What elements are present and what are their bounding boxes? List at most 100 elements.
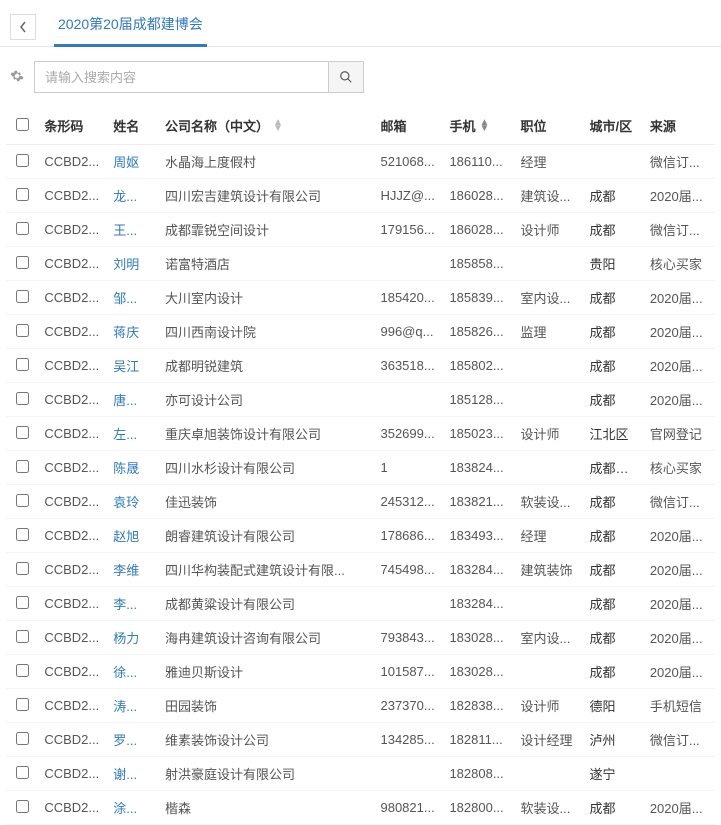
cell-company: 田园装饰 xyxy=(159,689,375,723)
row-checkbox[interactable] xyxy=(16,392,29,405)
cell-position: 室内设... xyxy=(515,281,584,315)
table-row: CCBD2...周妪水晶海上度假村521068...186110...经理微信订… xyxy=(6,145,715,179)
row-checkbox[interactable] xyxy=(16,698,29,711)
cell-company: 四川宏吉建筑设计有限公司 xyxy=(159,179,375,213)
row-checkbox[interactable] xyxy=(16,630,29,643)
table-row: CCBD2...龙...四川宏吉建筑设计有限公司HJJZ@...186028..… xyxy=(6,179,715,213)
row-checkbox[interactable] xyxy=(16,188,29,201)
cell-email: 980821... xyxy=(374,791,443,825)
cell-email: 101587... xyxy=(374,655,443,689)
cell-mobile: 182811... xyxy=(443,723,514,757)
cell-city: 成都 xyxy=(584,655,644,689)
cell-name-link[interactable]: 邹... xyxy=(107,281,159,315)
cell-name-link[interactable]: 徐... xyxy=(107,655,159,689)
table-row: CCBD2...袁玲佳迅装饰245312...183821...软装设...成都… xyxy=(6,485,715,519)
cell-city: 成都 xyxy=(584,281,644,315)
cell-barcode: CCBD2... xyxy=(38,213,107,247)
cell-mobile: 183028... xyxy=(443,621,514,655)
cell-name-link[interactable]: 罗... xyxy=(107,723,159,757)
cell-name-link[interactable]: 谢... xyxy=(107,757,159,791)
cell-company: 亦可设计公司 xyxy=(159,383,375,417)
cell-city: 成都 xyxy=(584,383,644,417)
col-city[interactable]: 城市/区 xyxy=(584,107,644,145)
cell-position: 经理 xyxy=(515,519,584,553)
cell-position: 设计师 xyxy=(515,213,584,247)
cell-name-link[interactable]: 杨力 xyxy=(107,621,159,655)
cell-barcode: CCBD2... xyxy=(38,349,107,383)
cell-name-link[interactable]: 陈晟 xyxy=(107,451,159,485)
cell-source: 手机短信 xyxy=(644,689,715,723)
row-checkbox[interactable] xyxy=(16,256,29,269)
cell-mobile: 183284... xyxy=(443,587,514,621)
row-checkbox[interactable] xyxy=(16,222,29,235)
back-button[interactable] xyxy=(10,14,36,40)
cell-name-link[interactable]: 袁玲 xyxy=(107,485,159,519)
search-input[interactable] xyxy=(34,61,328,93)
row-checkbox[interactable] xyxy=(16,766,29,779)
cell-name-link[interactable]: 刘明 xyxy=(107,247,159,281)
cell-name-link[interactable]: 左... xyxy=(107,417,159,451)
cell-mobile: 185023... xyxy=(443,417,514,451)
row-checkbox[interactable] xyxy=(16,426,29,439)
cell-position: 软装设... xyxy=(515,791,584,825)
cell-company: 射洪豪庭设计有限公司 xyxy=(159,757,375,791)
cell-city: 成都 xyxy=(584,315,644,349)
cell-email xyxy=(374,247,443,281)
row-checkbox[interactable] xyxy=(16,528,29,541)
row-checkbox[interactable] xyxy=(16,800,29,813)
cell-city: 成都郫县 xyxy=(584,451,644,485)
cell-name-link[interactable]: 周妪 xyxy=(107,145,159,179)
row-checkbox[interactable] xyxy=(16,290,29,303)
row-checkbox[interactable] xyxy=(16,154,29,167)
table-row: CCBD2...涛...田园装饰237370...182838...设计师德阳手… xyxy=(6,689,715,723)
data-table: 条形码 姓名 公司名称（中文） ▲▼ 邮箱 手机 ▲▼ 职位 城市/区 来源 C… xyxy=(6,107,715,825)
cell-source: 微信订... xyxy=(644,145,715,179)
cell-name-link[interactable]: 赵旭 xyxy=(107,519,159,553)
cell-name-link[interactable]: 唐... xyxy=(107,383,159,417)
cell-email: 185420... xyxy=(374,281,443,315)
cell-company: 重庆卓旭装饰设计有限公司 xyxy=(159,417,375,451)
cell-mobile: 186028... xyxy=(443,179,514,213)
select-all-checkbox[interactable] xyxy=(16,118,29,131)
cell-source: 微信订... xyxy=(644,723,715,757)
row-checkbox[interactable] xyxy=(16,324,29,337)
row-checkbox[interactable] xyxy=(16,732,29,745)
cell-name-link[interactable]: 吴江 xyxy=(107,349,159,383)
cell-company: 四川西南设计院 xyxy=(159,315,375,349)
row-checkbox[interactable] xyxy=(16,562,29,575)
cell-city: 泸州 xyxy=(584,723,644,757)
cell-mobile: 182800... xyxy=(443,791,514,825)
cell-barcode: CCBD2... xyxy=(38,281,107,315)
table-row: CCBD2...徐...雅迪贝斯设计101587...183028...成都20… xyxy=(6,655,715,689)
cell-name-link[interactable]: 王... xyxy=(107,213,159,247)
cell-name-link[interactable]: 李... xyxy=(107,587,159,621)
cell-name-link[interactable]: 蒋庆 xyxy=(107,315,159,349)
cell-barcode: CCBD2... xyxy=(38,587,107,621)
gear-icon[interactable] xyxy=(10,69,24,86)
row-checkbox[interactable] xyxy=(16,358,29,371)
cell-name-link[interactable]: 龙... xyxy=(107,179,159,213)
row-checkbox[interactable] xyxy=(16,460,29,473)
col-barcode[interactable]: 条形码 xyxy=(38,107,107,145)
cell-source: 2020届... xyxy=(644,587,715,621)
row-checkbox[interactable] xyxy=(16,596,29,609)
col-name[interactable]: 姓名 xyxy=(107,107,159,145)
search-button[interactable] xyxy=(328,61,364,93)
tab-event[interactable]: 2020第20届成都建博会 xyxy=(54,6,207,47)
row-checkbox[interactable] xyxy=(16,494,29,507)
cell-position xyxy=(515,383,584,417)
cell-name-link[interactable]: 李维 xyxy=(107,553,159,587)
col-position[interactable]: 职位 xyxy=(515,107,584,145)
cell-city: 成都 xyxy=(584,485,644,519)
row-checkbox[interactable] xyxy=(16,664,29,677)
col-mobile[interactable]: 手机 ▲▼ xyxy=(443,107,514,145)
cell-barcode: CCBD2... xyxy=(38,723,107,757)
cell-name-link[interactable]: 涂... xyxy=(107,791,159,825)
col-email[interactable]: 邮箱 xyxy=(374,107,443,145)
cell-source: 2020届... xyxy=(644,315,715,349)
cell-email: 363518... xyxy=(374,349,443,383)
col-source[interactable]: 来源 xyxy=(644,107,715,145)
cell-name-link[interactable]: 涛... xyxy=(107,689,159,723)
cell-company: 诺富特酒店 xyxy=(159,247,375,281)
col-company[interactable]: 公司名称（中文） ▲▼ xyxy=(159,107,375,145)
